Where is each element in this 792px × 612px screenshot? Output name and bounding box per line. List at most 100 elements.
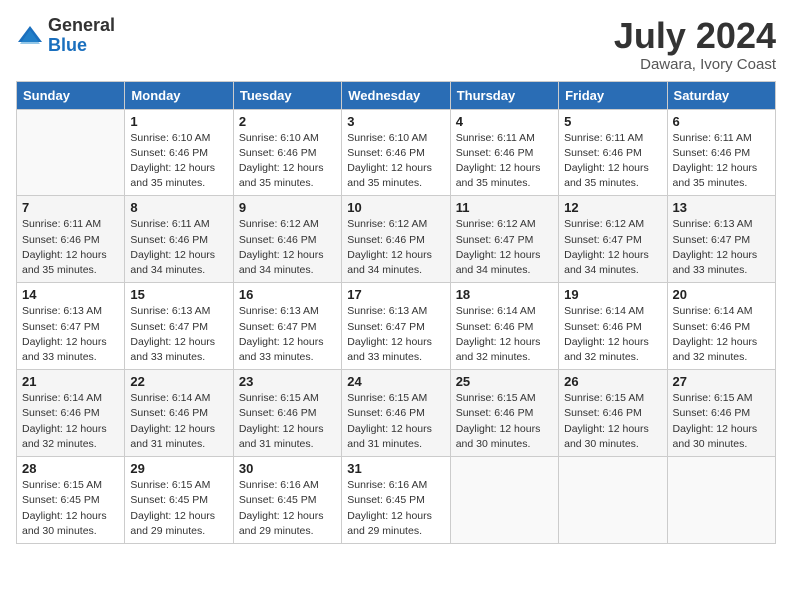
day-number: 19 [564, 287, 661, 302]
day-info: Sunrise: 6:15 AM Sunset: 6:45 PM Dayligh… [22, 478, 119, 539]
calendar-cell: 30 Sunrise: 6:16 AM Sunset: 6:45 PM Dayli… [233, 457, 341, 544]
calendar-cell: 5 Sunrise: 6:11 AM Sunset: 6:46 PM Daylig… [559, 109, 667, 196]
calendar-cell: 7Sunrise: 6:11 AM Sunset: 6:46 PM Daylig… [17, 196, 125, 283]
logo: General Blue [16, 16, 115, 56]
weekday-header-monday: Monday [125, 81, 233, 109]
day-info: Sunrise: 6:13 AM Sunset: 6:47 PM Dayligh… [673, 217, 770, 278]
calendar-cell: 16 Sunrise: 6:13 AM Sunset: 6:47 PM Dayli… [233, 283, 341, 370]
day-info: Sunrise: 6:15 AM Sunset: 6:46 PM Dayligh… [673, 391, 770, 452]
day-info: Sunrise: 6:15 AM Sunset: 6:46 PM Dayligh… [239, 391, 336, 452]
calendar-cell: 1 Sunrise: 6:10 AM Sunset: 6:46 PM Daylig… [125, 109, 233, 196]
calendar-cell: 8Sunrise: 6:11 AM Sunset: 6:46 PM Daylig… [125, 196, 233, 283]
calendar-week-row: 14 Sunrise: 6:13 AM Sunset: 6:47 PM Dayli… [17, 283, 776, 370]
day-info: Sunrise: 6:10 AM Sunset: 6:46 PM Dayligh… [130, 131, 227, 192]
day-info: Sunrise: 6:11 AM Sunset: 6:46 PM Dayligh… [564, 131, 661, 192]
calendar-cell: 11 Sunrise: 6:12 AM Sunset: 6:47 PM Dayli… [450, 196, 558, 283]
weekday-header-saturday: Saturday [667, 81, 775, 109]
day-number: 2 [239, 114, 336, 129]
day-number: 23 [239, 374, 336, 389]
day-number: 28 [22, 461, 119, 476]
weekday-header-tuesday: Tuesday [233, 81, 341, 109]
calendar-cell: 27 Sunrise: 6:15 AM Sunset: 6:46 PM Dayli… [667, 370, 775, 457]
day-number: 30 [239, 461, 336, 476]
day-number: 16 [239, 287, 336, 302]
logo-text: General Blue [48, 16, 115, 56]
day-info: Sunrise: 6:12 AM Sunset: 6:46 PM Dayligh… [239, 217, 336, 278]
calendar-cell: 28 Sunrise: 6:15 AM Sunset: 6:45 PM Dayli… [17, 457, 125, 544]
day-info: Sunrise: 6:16 AM Sunset: 6:45 PM Dayligh… [347, 478, 444, 539]
day-info: Sunrise: 6:12 AM Sunset: 6:47 PM Dayligh… [564, 217, 661, 278]
calendar-cell [559, 457, 667, 544]
calendar-cell: 26 Sunrise: 6:15 AM Sunset: 6:46 PM Dayli… [559, 370, 667, 457]
calendar-cell [667, 457, 775, 544]
calendar-cell: 18 Sunrise: 6:14 AM Sunset: 6:46 PM Dayli… [450, 283, 558, 370]
day-number: 25 [456, 374, 553, 389]
calendar-cell [450, 457, 558, 544]
day-number: 31 [347, 461, 444, 476]
day-info: Sunrise: 6:10 AM Sunset: 6:46 PM Dayligh… [347, 131, 444, 192]
weekday-header-row: SundayMondayTuesdayWednesdayThursdayFrid… [17, 81, 776, 109]
calendar-cell: 29Sunrise: 6:15 AM Sunset: 6:45 PM Dayli… [125, 457, 233, 544]
calendar-cell: 15Sunrise: 6:13 AM Sunset: 6:47 PM Dayli… [125, 283, 233, 370]
day-number: 1 [130, 114, 227, 129]
day-number: 5 [564, 114, 661, 129]
day-info: Sunrise: 6:11 AM Sunset: 6:46 PM Dayligh… [673, 131, 770, 192]
weekday-header-sunday: Sunday [17, 81, 125, 109]
day-number: 10 [347, 200, 444, 215]
calendar-cell: 24 Sunrise: 6:15 AM Sunset: 6:46 PM Dayli… [342, 370, 450, 457]
calendar-week-row: 28 Sunrise: 6:15 AM Sunset: 6:45 PM Dayli… [17, 457, 776, 544]
day-number: 17 [347, 287, 444, 302]
calendar-week-row: 1 Sunrise: 6:10 AM Sunset: 6:46 PM Daylig… [17, 109, 776, 196]
day-info: Sunrise: 6:10 AM Sunset: 6:46 PM Dayligh… [239, 131, 336, 192]
calendar-cell: 2 Sunrise: 6:10 AM Sunset: 6:46 PM Daylig… [233, 109, 341, 196]
day-number: 9 [239, 200, 336, 215]
day-number: 6 [673, 114, 770, 129]
day-number: 26 [564, 374, 661, 389]
calendar-cell: 6 Sunrise: 6:11 AM Sunset: 6:46 PM Daylig… [667, 109, 775, 196]
day-number: 14 [22, 287, 119, 302]
calendar-cell: 3 Sunrise: 6:10 AM Sunset: 6:46 PM Daylig… [342, 109, 450, 196]
page-header: General Blue July 2024 Dawara, Ivory Coa… [16, 16, 776, 73]
day-info: Sunrise: 6:12 AM Sunset: 6:47 PM Dayligh… [456, 217, 553, 278]
calendar-cell: 9 Sunrise: 6:12 AM Sunset: 6:46 PM Daylig… [233, 196, 341, 283]
day-number: 3 [347, 114, 444, 129]
day-number: 27 [673, 374, 770, 389]
weekday-header-wednesday: Wednesday [342, 81, 450, 109]
day-info: Sunrise: 6:14 AM Sunset: 6:46 PM Dayligh… [564, 304, 661, 365]
day-number: 24 [347, 374, 444, 389]
calendar-cell: 22Sunrise: 6:14 AM Sunset: 6:46 PM Dayli… [125, 370, 233, 457]
calendar-cell [17, 109, 125, 196]
day-info: Sunrise: 6:15 AM Sunset: 6:46 PM Dayligh… [456, 391, 553, 452]
day-info: Sunrise: 6:13 AM Sunset: 6:47 PM Dayligh… [130, 304, 227, 365]
calendar-cell: 13Sunrise: 6:13 AM Sunset: 6:47 PM Dayli… [667, 196, 775, 283]
day-info: Sunrise: 6:12 AM Sunset: 6:46 PM Dayligh… [347, 217, 444, 278]
day-info: Sunrise: 6:11 AM Sunset: 6:46 PM Dayligh… [130, 217, 227, 278]
month-title: July 2024 [614, 16, 776, 56]
calendar-cell: 25 Sunrise: 6:15 AM Sunset: 6:46 PM Dayli… [450, 370, 558, 457]
calendar-week-row: 21Sunrise: 6:14 AM Sunset: 6:46 PM Dayli… [17, 370, 776, 457]
day-number: 22 [130, 374, 227, 389]
day-info: Sunrise: 6:11 AM Sunset: 6:46 PM Dayligh… [22, 217, 119, 278]
day-info: Sunrise: 6:11 AM Sunset: 6:46 PM Dayligh… [456, 131, 553, 192]
logo-icon [16, 22, 44, 50]
calendar-cell: 20 Sunrise: 6:14 AM Sunset: 6:46 PM Dayli… [667, 283, 775, 370]
calendar-cell: 4Sunrise: 6:11 AM Sunset: 6:46 PM Daylig… [450, 109, 558, 196]
weekday-header-thursday: Thursday [450, 81, 558, 109]
day-number: 11 [456, 200, 553, 215]
day-info: Sunrise: 6:14 AM Sunset: 6:46 PM Dayligh… [673, 304, 770, 365]
day-info: Sunrise: 6:14 AM Sunset: 6:46 PM Dayligh… [456, 304, 553, 365]
calendar-cell: 31 Sunrise: 6:16 AM Sunset: 6:45 PM Dayli… [342, 457, 450, 544]
location: Dawara, Ivory Coast [614, 56, 776, 73]
calendar-cell: 12Sunrise: 6:12 AM Sunset: 6:47 PM Dayli… [559, 196, 667, 283]
calendar-cell: 14 Sunrise: 6:13 AM Sunset: 6:47 PM Dayli… [17, 283, 125, 370]
day-info: Sunrise: 6:16 AM Sunset: 6:45 PM Dayligh… [239, 478, 336, 539]
day-info: Sunrise: 6:15 AM Sunset: 6:46 PM Dayligh… [347, 391, 444, 452]
day-info: Sunrise: 6:13 AM Sunset: 6:47 PM Dayligh… [239, 304, 336, 365]
day-number: 18 [456, 287, 553, 302]
day-info: Sunrise: 6:13 AM Sunset: 6:47 PM Dayligh… [22, 304, 119, 365]
day-number: 21 [22, 374, 119, 389]
day-number: 20 [673, 287, 770, 302]
day-info: Sunrise: 6:15 AM Sunset: 6:46 PM Dayligh… [564, 391, 661, 452]
calendar-body: 1 Sunrise: 6:10 AM Sunset: 6:46 PM Daylig… [17, 109, 776, 543]
calendar-week-row: 7Sunrise: 6:11 AM Sunset: 6:46 PM Daylig… [17, 196, 776, 283]
